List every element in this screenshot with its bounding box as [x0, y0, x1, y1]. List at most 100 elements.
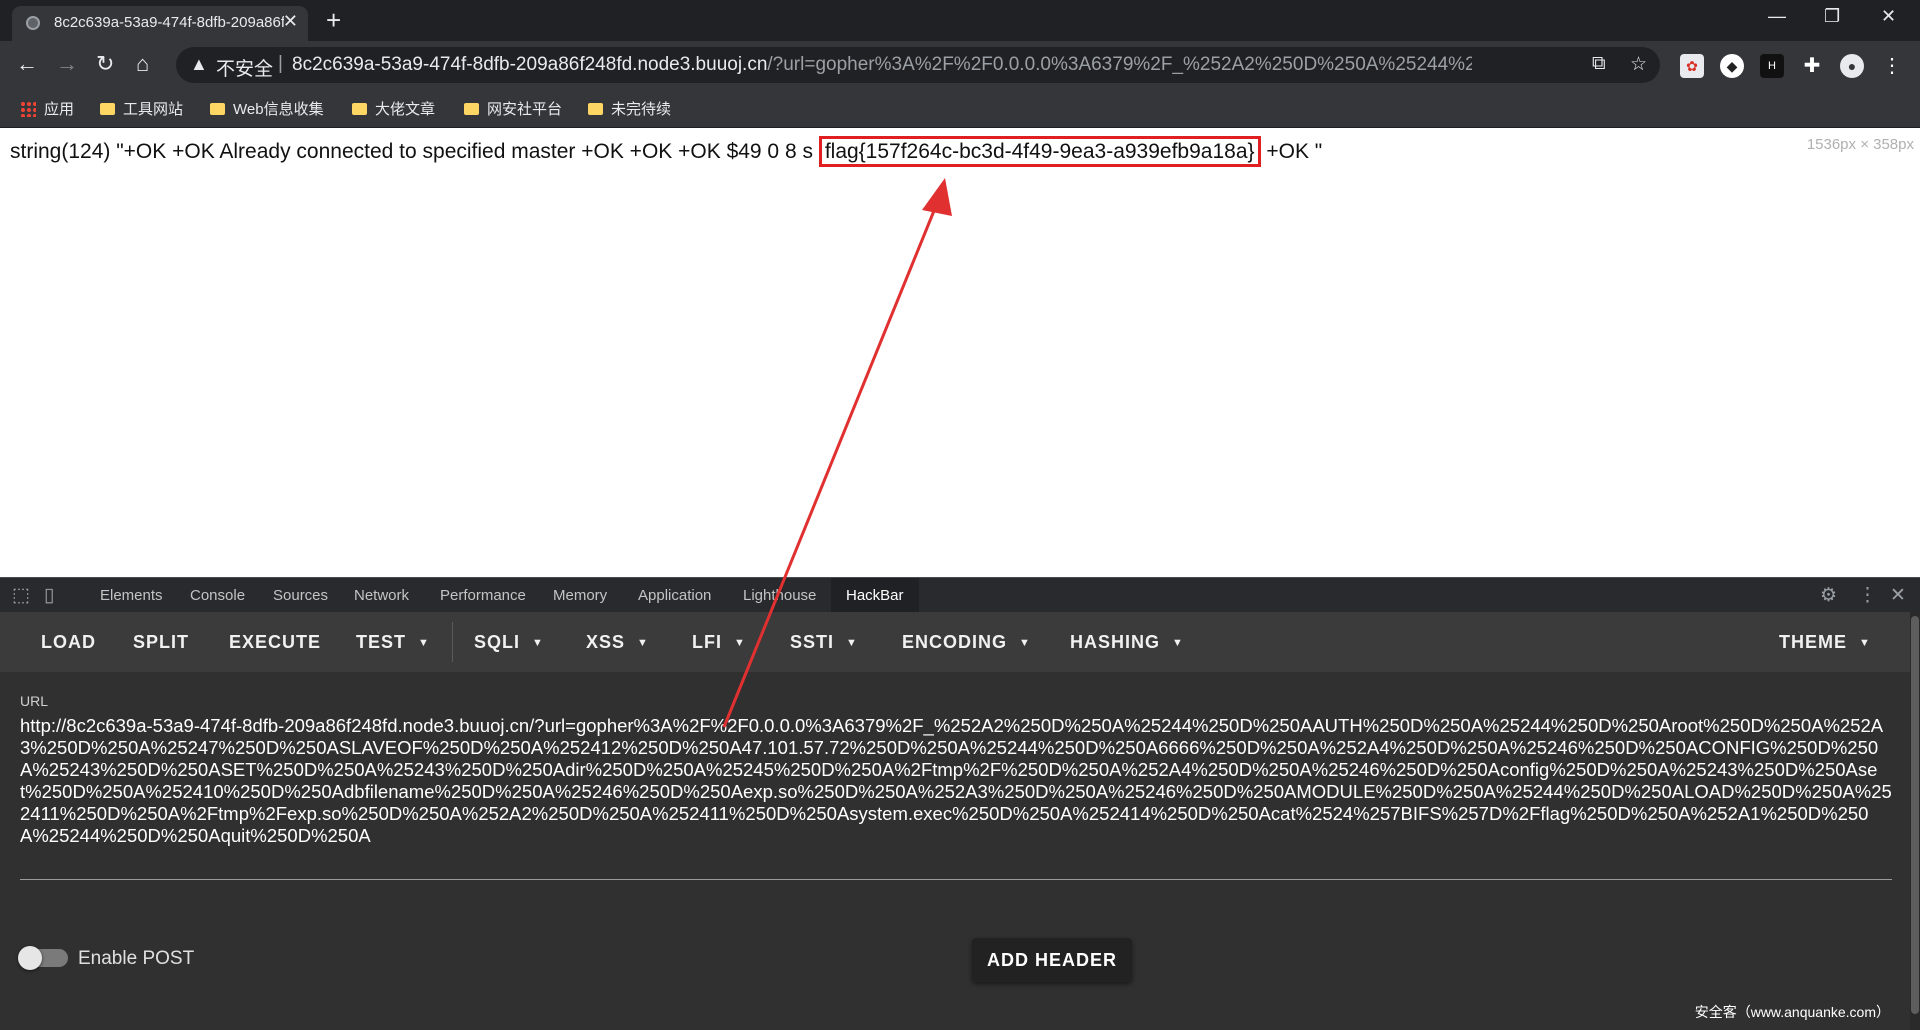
- button-label: SQLI: [474, 632, 521, 652]
- devtools-tab[interactable]: Elements: [100, 587, 163, 604]
- profile-avatar[interactable]: ●: [1840, 54, 1864, 78]
- caret-down-icon: ▼: [532, 637, 544, 649]
- bookmark-folder[interactable]: 工具网站: [100, 98, 183, 119]
- page-dimensions: 1536px × 358px: [1806, 136, 1914, 153]
- devtools-tab[interactable]: Performance: [440, 587, 526, 604]
- extension-icon-2[interactable]: ◆: [1720, 54, 1744, 78]
- caret-down-icon: ▼: [418, 637, 430, 649]
- devtools-tab[interactable]: Network: [354, 587, 409, 604]
- forward-icon[interactable]: →: [56, 52, 78, 76]
- enable-post-label: Enable POST: [78, 948, 195, 969]
- bookmark-folder[interactable]: Web信息收集: [210, 98, 324, 119]
- bookmark-folder[interactable]: 未完待续: [588, 98, 671, 119]
- output-suffix: +OK ": [1260, 140, 1323, 163]
- devtools-tab[interactable]: Sources: [273, 587, 328, 604]
- bookmark-label: 大佬文章: [375, 101, 436, 118]
- insecure-label: 不安全: [216, 59, 274, 80]
- url-text[interactable]: 8c2c639a-53a9-474f-8dfb-209a86f248fd.nod…: [292, 54, 1472, 76]
- sqli-dropdown[interactable]: SQLI ▼: [474, 632, 544, 653]
- tab-bar: 8c2c639a-53a9-474f-8dfb-209a86f248fd.nod…: [0, 0, 1920, 41]
- address-bar[interactable]: ▲ 不安全 | 8c2c639a-53a9-474f-8dfb-209a86f2…: [176, 47, 1660, 83]
- lfi-dropdown[interactable]: LFI ▼: [692, 632, 746, 653]
- scrollbar-thumb[interactable]: [1911, 616, 1919, 1014]
- watermark: 安全客（www.anquanke.com）: [1694, 1004, 1890, 1020]
- bookmark-apps[interactable]: 应用: [20, 98, 74, 119]
- url-field-underline: [20, 879, 1892, 880]
- translate-icon[interactable]: ⧉: [1592, 53, 1606, 75]
- folder-icon: [464, 103, 479, 115]
- hackbar-toolbar: LOAD SPLIT EXECUTE TEST ▼ SQLI ▼ XSS ▼ LFI ▼…: [0, 612, 1910, 672]
- bookmark-label: 应用: [44, 101, 75, 118]
- devtools-tab[interactable]: Lighthouse: [743, 587, 816, 604]
- extension-icon-3[interactable]: H: [1760, 54, 1784, 78]
- restore-icon[interactable]: ❐: [1824, 6, 1840, 27]
- back-icon[interactable]: ←: [16, 52, 38, 76]
- toolbar-divider: [452, 622, 453, 662]
- caret-down-icon: ▼: [637, 637, 649, 649]
- encoding-dropdown[interactable]: ENCODING ▼: [902, 632, 1031, 653]
- hackbar-body: URL http://8c2c639a-53a9-474f-8dfb-209a8…: [0, 672, 1910, 1030]
- add-header-button[interactable]: ADD HEADER: [972, 938, 1132, 982]
- bookmark-star-icon[interactable]: ☆: [1630, 53, 1647, 76]
- test-dropdown[interactable]: TEST ▼: [356, 632, 430, 653]
- devtools-tab-strip: ⬚ ▯ Elements Console Sources Network Per…: [0, 577, 1920, 613]
- window-close-icon[interactable]: ✕: [1881, 6, 1896, 27]
- reload-icon[interactable]: ↻: [96, 52, 114, 76]
- url-field-label: URL: [20, 693, 49, 709]
- devtools-tab[interactable]: Memory: [553, 587, 607, 604]
- home-icon[interactable]: ⌂: [136, 52, 149, 76]
- folder-icon: [210, 103, 225, 115]
- bookmarks-bar: 应用 工具网站 Web信息收集 大佬文章 网安社平台 未完待续: [0, 89, 1920, 128]
- button-label: THEME: [1779, 632, 1847, 652]
- device-toolbar-icon[interactable]: ▯: [44, 584, 54, 607]
- split-button[interactable]: SPLIT: [133, 632, 189, 653]
- xss-dropdown[interactable]: XSS ▼: [586, 632, 649, 653]
- flag-highlight: flag{157f264c-bc3d-4f49-9ea3-a939efb9a18…: [818, 136, 1261, 167]
- bookmark-folder[interactable]: 大佬文章: [352, 98, 435, 119]
- bookmark-folder[interactable]: 网安社平台: [464, 98, 562, 119]
- devtools-tab-hackbar[interactable]: HackBar: [831, 578, 919, 613]
- devtools-scrollbar[interactable]: [1910, 612, 1920, 1030]
- page-content: string(124) "+OK +OK Already connected t…: [0, 128, 1920, 577]
- button-label: HASHING: [1070, 632, 1161, 652]
- load-button[interactable]: LOAD: [41, 632, 96, 653]
- bookmark-label: 工具网站: [123, 101, 184, 118]
- execute-button[interactable]: EXECUTE: [229, 632, 321, 653]
- devtools-menu-icon[interactable]: ⋮: [1858, 584, 1877, 607]
- caret-down-icon: ▼: [1859, 637, 1871, 649]
- response-output: string(124) "+OK +OK Already connected t…: [10, 136, 1323, 167]
- url-textarea[interactable]: http://8c2c639a-53a9-474f-8dfb-209a86f24…: [20, 715, 1892, 847]
- caret-down-icon: ▼: [846, 637, 858, 649]
- caret-down-icon: ▼: [734, 637, 746, 649]
- button-label: LOAD: [41, 632, 96, 652]
- theme-dropdown[interactable]: THEME ▼: [1779, 632, 1871, 653]
- ssti-dropdown[interactable]: SSTI ▼: [790, 632, 858, 653]
- browser-toolbar: ← → ↻ ⌂ ▲ 不安全 | 8c2c639a-53a9-474f-8dfb-…: [0, 41, 1920, 89]
- separator: |: [278, 53, 283, 74]
- globe-icon: [26, 16, 40, 30]
- browser-tab[interactable]: 8c2c639a-53a9-474f-8dfb-209a86f248fd.nod…: [12, 6, 308, 41]
- minimize-icon[interactable]: —: [1768, 6, 1786, 27]
- button-label: LFI: [692, 632, 722, 652]
- hashing-dropdown[interactable]: HASHING ▼: [1070, 632, 1184, 653]
- output-prefix: string(124) "+OK +OK Already connected t…: [10, 140, 813, 163]
- devtools-tab[interactable]: Console: [190, 587, 245, 604]
- button-label: SSTI: [790, 632, 835, 652]
- extensions-puzzle-icon[interactable]: ✚: [1800, 54, 1824, 78]
- folder-icon: [100, 103, 115, 115]
- bookmark-label: Web信息收集: [233, 101, 324, 118]
- enable-post-toggle[interactable]: [18, 946, 68, 970]
- bookmark-label: 网安社平台: [487, 101, 563, 118]
- tab-close-icon[interactable]: ✕: [283, 11, 298, 32]
- button-label: TEST: [356, 632, 407, 652]
- new-tab-button[interactable]: +: [326, 6, 341, 34]
- bookmark-label: 未完待续: [611, 101, 672, 118]
- devtools-tab[interactable]: Application: [638, 587, 711, 604]
- menu-kebab-icon[interactable]: ⋮: [1880, 54, 1904, 78]
- settings-gear-icon[interactable]: ⚙: [1820, 584, 1837, 607]
- inspect-element-icon[interactable]: ⬚: [12, 584, 30, 607]
- url-path: /?url=gopher%3A%2F%2F0.0.0.0%3A6379%2F_%…: [767, 54, 1472, 75]
- extension-icon-1[interactable]: ✿: [1680, 54, 1704, 78]
- apps-grid-icon: [20, 101, 36, 117]
- devtools-close-icon[interactable]: ✕: [1890, 584, 1906, 607]
